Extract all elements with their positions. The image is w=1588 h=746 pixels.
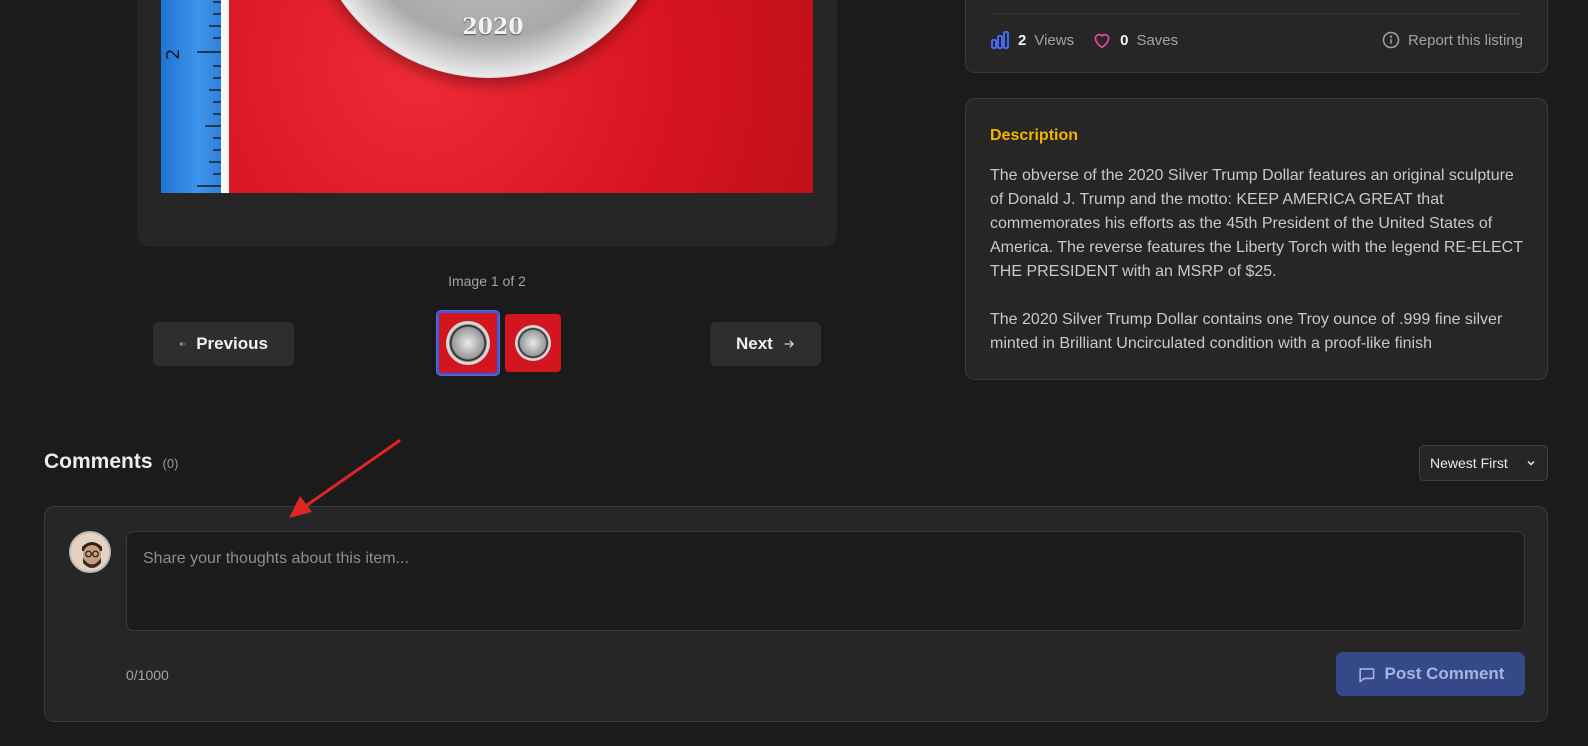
next-label: Next — [736, 334, 773, 353]
views-count: 2 — [1018, 31, 1027, 49]
previous-label: Previous — [196, 334, 268, 353]
description-title: Description — [990, 127, 1079, 144]
saves-label: Saves — [1136, 31, 1179, 49]
previous-button[interactable]: Previous — [153, 322, 294, 366]
comments-title: Comments — [44, 450, 153, 473]
ruler: 2 — [161, 0, 229, 193]
thumbnail-2[interactable] — [505, 314, 561, 372]
comments-count: (0) — [162, 456, 179, 471]
sort-selected-value: Newest First — [1430, 455, 1508, 471]
arrow-right-icon — [784, 340, 794, 348]
bar-chart-icon — [991, 31, 1009, 49]
heart-icon — [1094, 33, 1110, 49]
description-card: Description The obverse of the 2020 Silv… — [965, 98, 1548, 380]
comment-composer: 0/1000 Post Comment — [44, 506, 1548, 722]
post-comment-button[interactable]: Post Comment — [1336, 652, 1525, 696]
report-label: Report this listing — [1407, 31, 1523, 49]
coin-year-text: 2020 — [462, 14, 524, 40]
views-stat: 2 Views — [990, 31, 1074, 49]
info-circle-icon — [1382, 31, 1400, 49]
thumbnail-strip — [437, 311, 561, 375]
saves-count: 0 — [1120, 31, 1129, 49]
comment-sort-select[interactable]: Newest First — [1419, 445, 1548, 481]
arrow-left-icon — [179, 341, 186, 347]
description-text: The obverse of the 2020 Silver Trump Dol… — [990, 167, 1523, 352]
report-listing-link[interactable]: Report this listing — [1382, 31, 1523, 49]
thumbnail-1[interactable] — [437, 311, 499, 375]
listing-stats-card: 2 Views 0 Saves Report this listing — [965, 0, 1548, 73]
saves-stat[interactable]: 0 Saves — [1092, 31, 1178, 49]
avatar — [69, 531, 111, 573]
coin-photo: 2 2020 — [161, 0, 813, 193]
main-image-card: 2 2020 — [137, 0, 837, 247]
character-count: 0/1000 — [126, 667, 169, 683]
chevron-down-icon — [1527, 460, 1535, 466]
comment-input[interactable] — [126, 531, 1525, 631]
post-comment-label: Post Comment — [1384, 664, 1505, 683]
comments-header: Comments (0) — [44, 450, 178, 474]
svg-text:2: 2 — [163, 49, 184, 60]
next-button[interactable]: Next — [710, 322, 821, 366]
views-label: Views — [1034, 31, 1075, 49]
image-counter: Image 1 of 2 — [448, 273, 526, 289]
chat-bubble-icon — [1358, 667, 1374, 682]
